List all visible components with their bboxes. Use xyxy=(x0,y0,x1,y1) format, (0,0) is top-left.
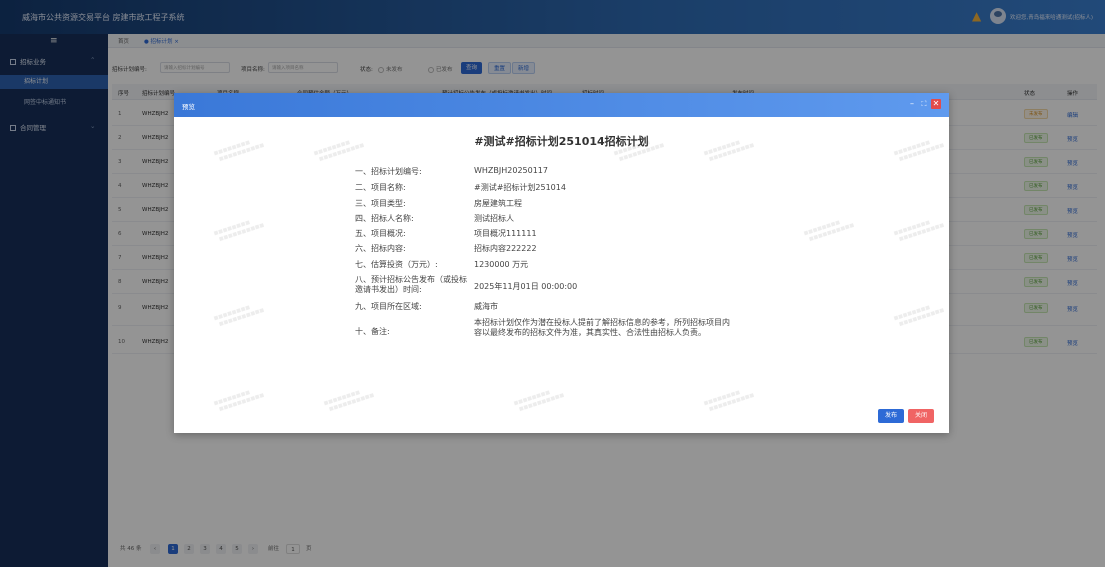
field-label-content: 六、招标内容: xyxy=(355,244,406,253)
field-value-remark: 本招标计划仅作为潜在投标人提前了解招标信息的参考，所列招标项目内容以最终发布的招… xyxy=(474,318,730,337)
field-value-region: 威海市 xyxy=(474,302,498,311)
watermark: ■■■■■■■■ ■■■■■■■■■■ xyxy=(803,219,856,244)
watermark: ■■■■■■■■ ■■■■■■■■■■ xyxy=(213,219,266,244)
watermark: ■■■■■■■■ ■■■■■■■■■■ xyxy=(703,389,756,414)
field-value-project-name: #测试#招标计划251014 xyxy=(474,183,566,192)
field-label-remark: 十、备注: xyxy=(355,327,390,336)
publish-button[interactable]: 发布 xyxy=(878,409,904,423)
watermark: ■■■■■■■■ ■■■■■■■■■■ xyxy=(893,219,946,244)
field-label-plan-no: 一、招标计划编号: xyxy=(355,167,422,176)
field-label-region: 九、项目所在区域: xyxy=(355,302,422,311)
field-value-tenderer: 测试招标人 xyxy=(474,214,514,223)
close-icon[interactable]: ✕ xyxy=(931,99,941,109)
dialog-title: 预览 xyxy=(182,103,195,111)
field-label-investment: 七、估算投资（万元）: xyxy=(355,260,438,269)
field-label-project-type: 三、项目类型: xyxy=(355,199,406,208)
watermark: ■■■■■■■■ ■■■■■■■■■■ xyxy=(893,304,946,329)
field-label-overview: 五、项目概况: xyxy=(355,229,406,238)
field-label-announce-time: 八、预计招标公告发布（或投标邀请书发出）时间: xyxy=(355,275,467,294)
field-value-investment: 1230000 万元 xyxy=(474,260,529,269)
field-value-project-type: 房屋建筑工程 xyxy=(474,199,522,208)
watermark: ■■■■■■■■ ■■■■■■■■■■ xyxy=(213,389,266,414)
document-title: #测试#招标计划251014招标计划 xyxy=(474,135,649,148)
maximize-icon[interactable]: ⛶ xyxy=(919,99,929,109)
preview-dialog: 预览 – ⛶ ✕ ■■■■■■■■ ■■■■■■■■■■ ■■■■■■■■ ■■… xyxy=(174,93,949,433)
field-value-overview: 项目概况111111 xyxy=(474,229,537,238)
close-button[interactable]: 关闭 xyxy=(908,409,934,423)
field-label-tenderer: 四、招标人名称: xyxy=(355,214,414,223)
minimize-icon[interactable]: – xyxy=(907,99,917,109)
field-label-project-name: 二、项目名称: xyxy=(355,183,406,192)
field-value-content: 招标内容222222 xyxy=(474,244,537,253)
field-value-announce-time: 2025年11月01日 00:00:00 xyxy=(474,282,578,291)
watermark: ■■■■■■■■ ■■■■■■■■■■ xyxy=(513,389,566,414)
dialog-header: 预览 – ⛶ ✕ xyxy=(174,93,949,117)
field-value-plan-no: WHZBJH20250117 xyxy=(474,166,548,175)
watermark: ■■■■■■■■ ■■■■■■■■■■ xyxy=(213,304,266,329)
watermark: ■■■■■■■■ ■■■■■■■■■■ xyxy=(323,389,376,414)
